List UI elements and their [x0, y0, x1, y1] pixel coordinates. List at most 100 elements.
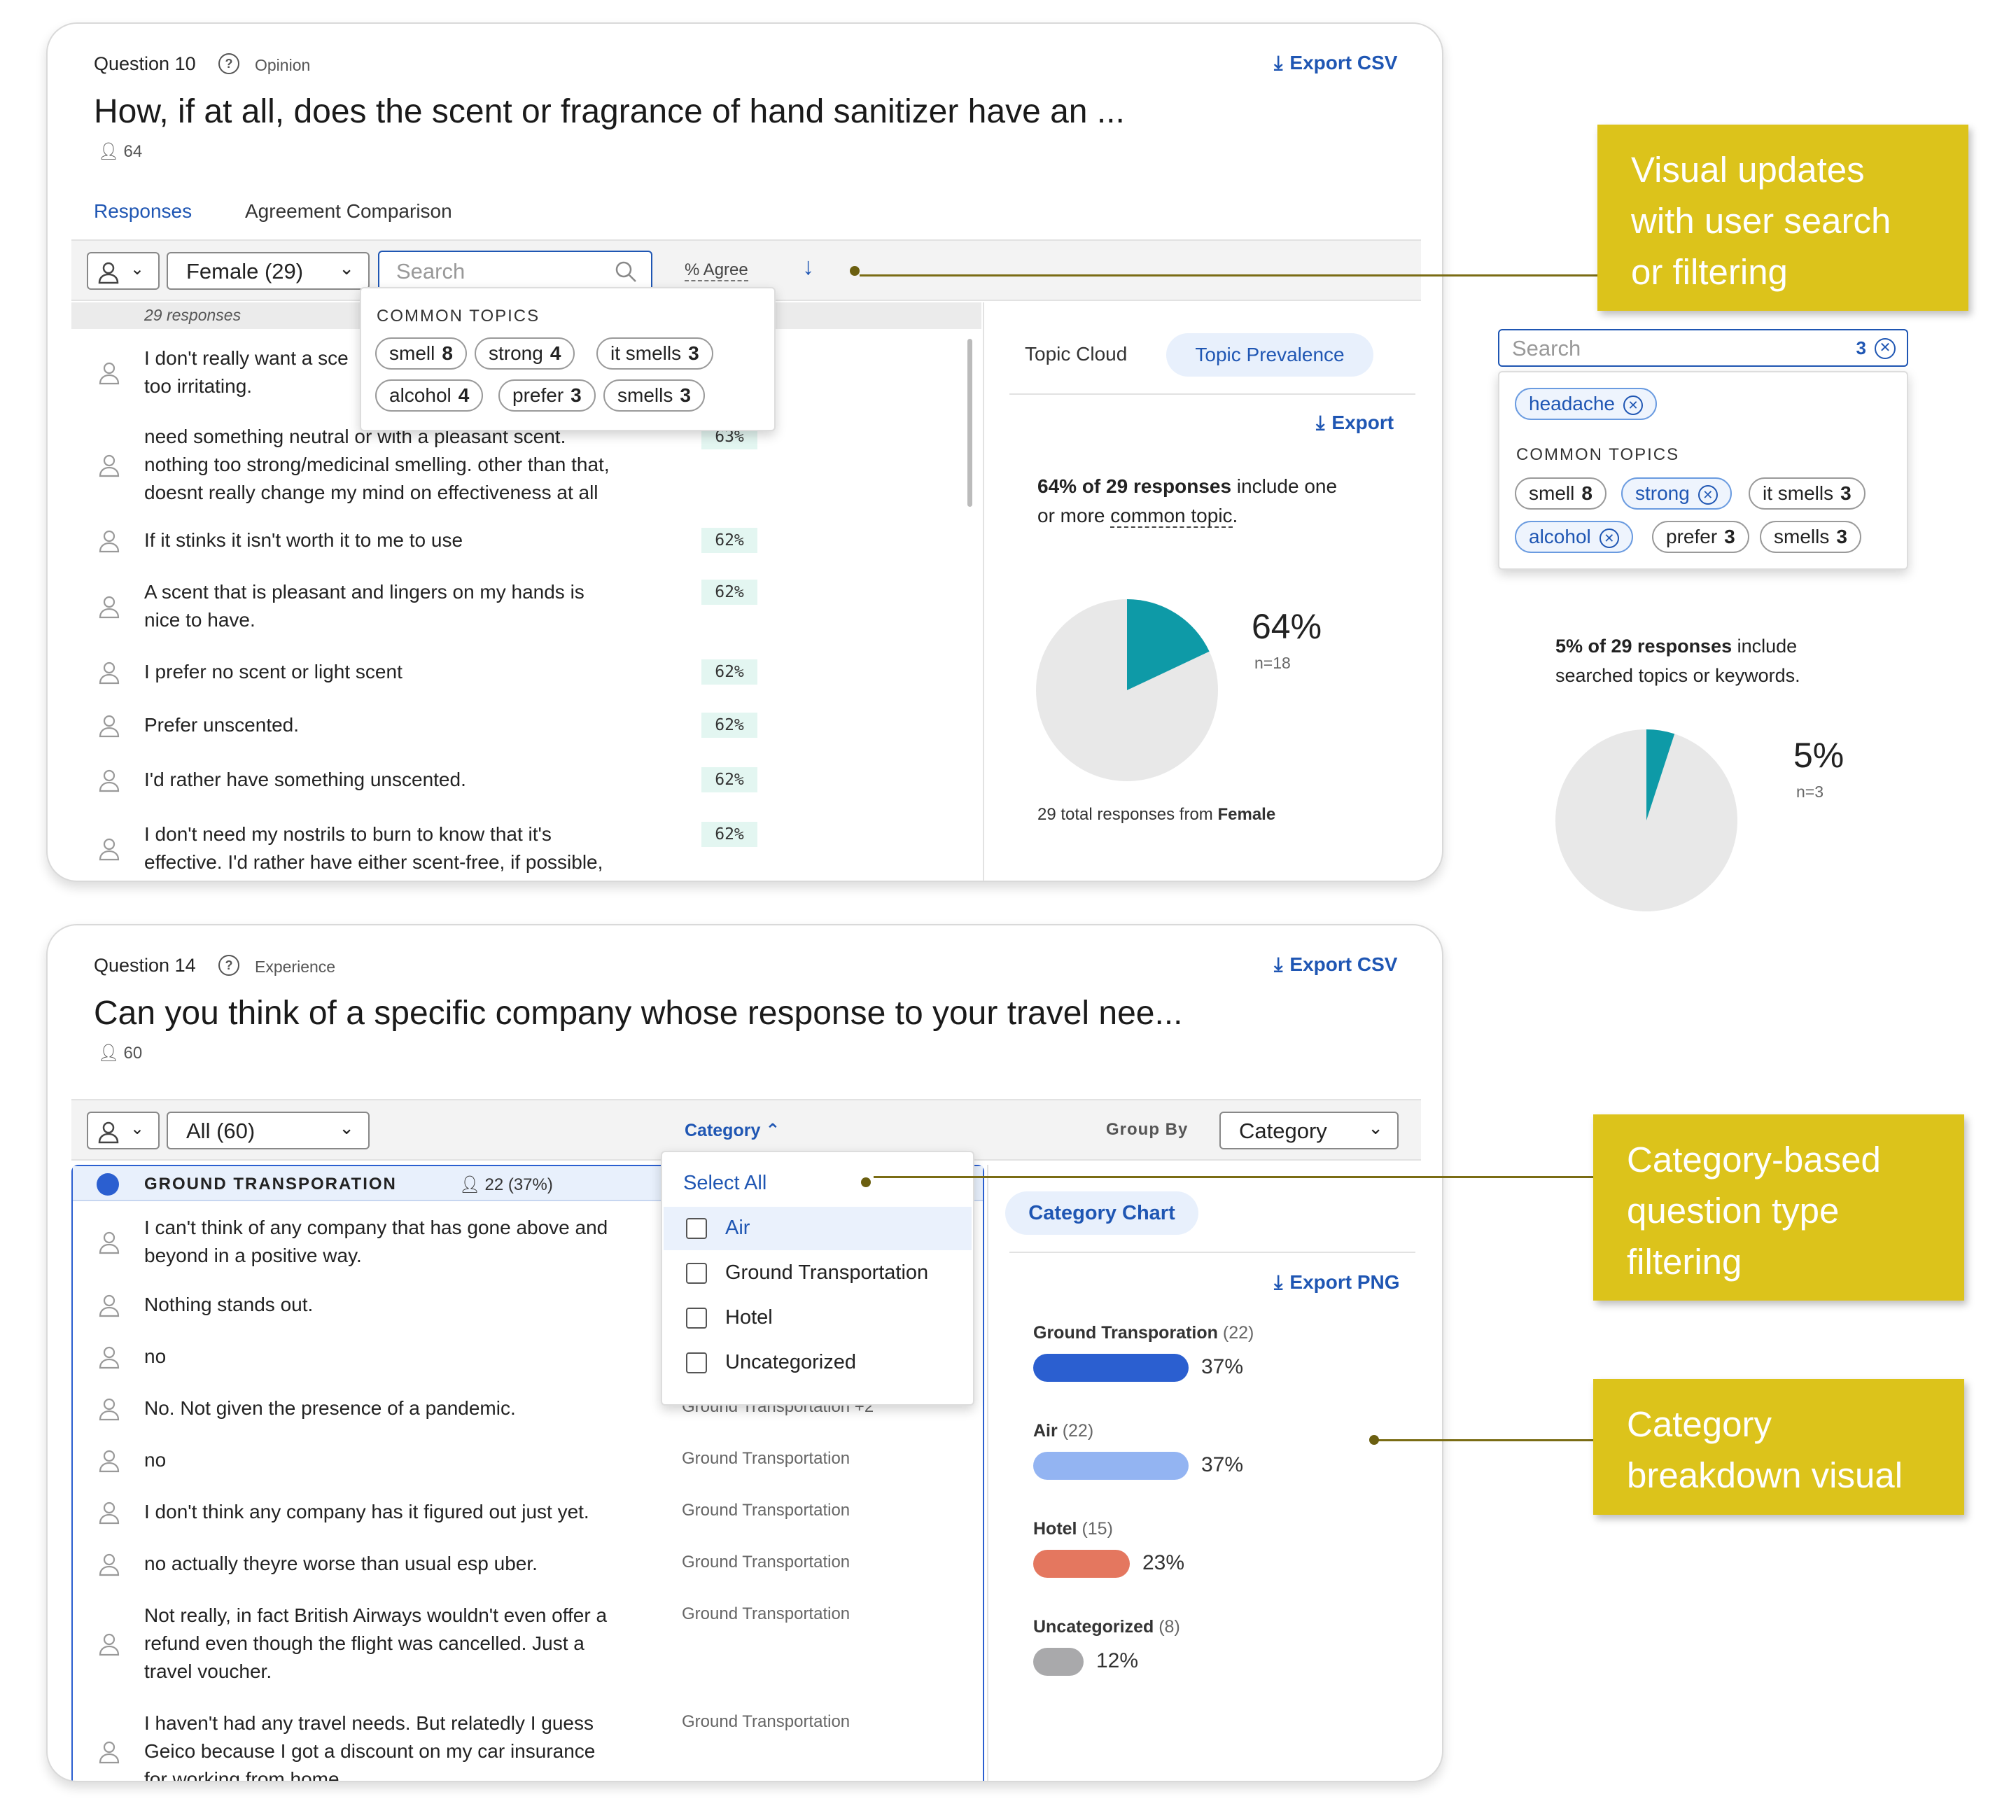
response-text: I don't need my nostrils to burn to know… [144, 823, 603, 873]
tab-topic-cloud[interactable]: Topic Cloud [1025, 343, 1127, 365]
question-number: Question 14 [94, 955, 196, 976]
topic-pill[interactable]: prefer 3 [498, 379, 596, 412]
response-text: need something neutral or with a pleasan… [144, 426, 610, 503]
topic-pill[interactable]: smell 8 [1515, 477, 1606, 510]
common-topics-header: COMMON TOPICS [377, 307, 540, 326]
sort-arrow-icon[interactable]: ↓ [802, 253, 814, 281]
remove-chip-icon[interactable]: ✕ [1623, 395, 1644, 415]
bar-percent-label: 37% [1201, 1355, 1244, 1378]
search-placeholder: Search [396, 259, 465, 284]
checkbox[interactable] [686, 1218, 707, 1239]
bar-label: Air (22) [1033, 1421, 1094, 1441]
question-help-icon[interactable]: ? [218, 53, 239, 74]
category-filter-button[interactable]: Category ⌃ [685, 1120, 780, 1141]
category-option[interactable]: Hotel [664, 1296, 972, 1340]
segment-filter-dropdown[interactable]: Female (29) ⌄ [167, 252, 370, 290]
category-bar[interactable] [1033, 1648, 1084, 1676]
export-png-button[interactable]: ⤓ Export PNG [1274, 1271, 1400, 1294]
question-title: Can you think of a specific company whos… [94, 995, 1183, 1032]
callout-category-breakdown: Category breakdown visual [1593, 1379, 1964, 1515]
topic-pill[interactable]: smells 3 [1760, 521, 1861, 553]
person-icon [99, 1553, 120, 1576]
topic-pill[interactable]: smell 8 [375, 337, 467, 370]
group-color-dot [97, 1173, 119, 1196]
topic-pill[interactable]: prefer 3 [1652, 521, 1749, 553]
category-bar[interactable] [1033, 1354, 1189, 1382]
person-icon [99, 838, 120, 861]
tab-responses[interactable]: Responses [94, 200, 192, 223]
sort-agree-label[interactable]: % Agree [685, 260, 748, 281]
topic-pill[interactable]: strong ✕ [1621, 477, 1732, 510]
response-category[interactable]: Ground Transportation [682, 1712, 850, 1732]
agree-percent-badge: 62% [701, 767, 757, 792]
side-search-input[interactable]: Search 3 ✕ [1498, 329, 1908, 367]
agree-percent-badge: 62% [701, 528, 757, 553]
select-all-option[interactable]: Select All [683, 1172, 766, 1195]
person-icon [98, 262, 119, 284]
category-option[interactable]: Uncategorized [664, 1341, 972, 1385]
group-by-dropdown[interactable]: Category ⌄ [1219, 1112, 1399, 1149]
category-bar[interactable] [1033, 1550, 1130, 1578]
response-category[interactable]: Ground Transportation [682, 1501, 850, 1520]
response-category[interactable]: Ground Transportation [682, 1604, 850, 1624]
topic-pill[interactable]: alcohol 4 [375, 379, 484, 412]
checkbox[interactable] [686, 1308, 707, 1329]
response-text: I don't think any company has it figured… [144, 1501, 589, 1522]
clear-search-icon[interactable]: ✕ [1875, 338, 1896, 359]
panel-divider [987, 1165, 988, 1781]
question-number: Question 10 [94, 53, 196, 74]
checkbox[interactable] [686, 1263, 707, 1284]
checkbox[interactable] [686, 1352, 707, 1373]
category-option[interactable]: Ground Transportation [664, 1252, 972, 1295]
person-icon [99, 362, 120, 385]
person-icon [99, 715, 120, 738]
response-category[interactable]: Ground Transportation [682, 1449, 850, 1469]
common-topics-dropdown: COMMON TOPICS smell 8 strong 4 it smells 3 alc… [360, 287, 776, 431]
category-option[interactable]: Air [664, 1207, 972, 1250]
question-type: Experience [255, 958, 336, 976]
category-option-label: Hotel [725, 1306, 773, 1329]
question-card-10: Question 10 ? Opinion ⤓ Export CSV How, i… [46, 22, 1443, 882]
export-csv-button[interactable]: ⤓ Export CSV [1274, 953, 1397, 976]
responses-count: 29 responses [144, 306, 241, 324]
segment-selector[interactable]: ⌄ [87, 1112, 160, 1149]
export-button[interactable]: ⤓ Export [1316, 412, 1394, 435]
bar-label: Hotel (15) [1033, 1519, 1113, 1539]
question-card-14: Question 14 ? Experience ⤓ Export CSV Can… [46, 924, 1443, 1782]
remove-chip-icon[interactable]: ✕ [1698, 484, 1718, 505]
segment-selector[interactable]: ⌄ [87, 252, 160, 290]
group-name: GROUND TRANSPORATION [144, 1175, 397, 1194]
export-csv-button[interactable]: ⤓ Export CSV [1274, 52, 1397, 75]
segment-filter-dropdown[interactable]: All (60) ⌄ [167, 1112, 370, 1149]
category-bar[interactable] [1033, 1452, 1189, 1480]
bar-percent-label: 23% [1142, 1551, 1185, 1574]
group-by-label: Group By [1106, 1120, 1189, 1139]
topic-pill[interactable]: smells 3 [603, 379, 705, 412]
selected-keyword-chip[interactable]: headache ✕ [1515, 388, 1658, 420]
common-topic-link[interactable]: common topic [1110, 505, 1233, 528]
divider [1009, 393, 1415, 395]
response-text: no [144, 1345, 167, 1367]
category-option-label: Air [725, 1217, 750, 1239]
chevron-down-icon: ⌄ [339, 258, 354, 279]
topic-pill[interactable]: alcohol ✕ [1515, 521, 1633, 553]
topic-pill[interactable]: it smells 3 [1749, 477, 1865, 510]
tab-topic-prevalence[interactable]: Topic Prevalence [1166, 333, 1373, 377]
topic-pill[interactable]: it smells 3 [596, 337, 713, 370]
search-input[interactable]: Search [378, 251, 652, 291]
question-help-icon[interactable]: ? [218, 955, 239, 976]
pie-n-label: n=18 [1254, 654, 1291, 672]
callout-visual-updates: Visual updates with user search or filteri… [1597, 125, 1968, 311]
respondent-count: 👤︎ 64 [98, 142, 143, 161]
tab-agreement-comparison[interactable]: Agreement Comparison [245, 200, 452, 223]
tab-category-chart[interactable]: Category Chart [1005, 1191, 1198, 1235]
scrollbar[interactable] [967, 339, 972, 507]
response-category[interactable]: Ground Transportation [682, 1553, 850, 1572]
person-icon [98, 1121, 119, 1144]
remove-chip-icon[interactable]: ✕ [1599, 528, 1619, 548]
topic-pill[interactable]: strong 4 [475, 337, 575, 370]
search-placeholder: Search [1512, 336, 1581, 360]
download-icon: ⤓ [1274, 953, 1283, 975]
person-icon [99, 530, 120, 553]
search-prevalence-pie [1555, 729, 1737, 911]
